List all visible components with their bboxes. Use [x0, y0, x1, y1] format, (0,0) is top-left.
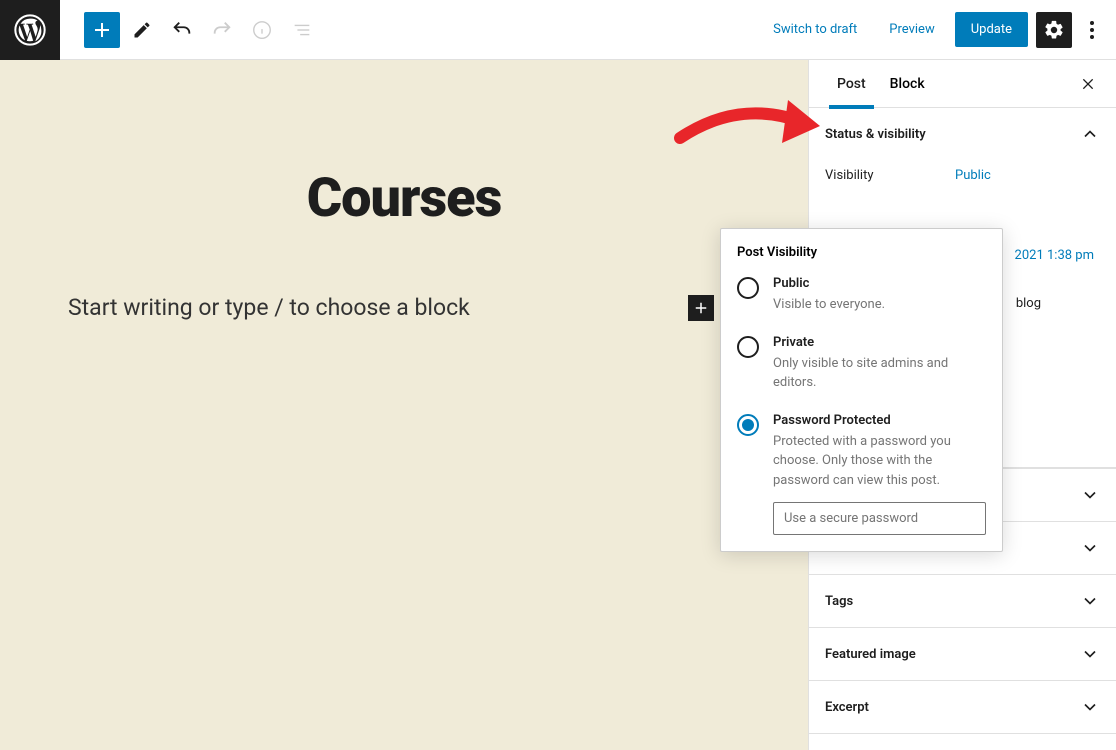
redo-icon — [204, 12, 240, 48]
popover-title: Post Visibility — [737, 245, 986, 260]
panel-header-tags[interactable]: Tags — [809, 575, 1116, 627]
update-button[interactable]: Update — [955, 12, 1028, 47]
chevron-down-icon — [1080, 485, 1100, 505]
block-placeholder-text[interactable]: Start writing or type / to choose a bloc… — [40, 294, 688, 321]
panel-title: Featured image — [825, 647, 916, 662]
radio-desc: Visible to everyone. — [773, 295, 885, 315]
close-sidebar-button[interactable] — [1076, 72, 1100, 96]
radio-label: Password Protected — [773, 413, 986, 428]
block-placeholder-row: Start writing or type / to choose a bloc… — [0, 294, 808, 321]
visibility-row: Visibility Public — [825, 160, 1100, 191]
panel-title: Excerpt — [825, 700, 869, 715]
visibility-popover: Post Visibility Public Visible to everyo… — [720, 228, 1003, 552]
chevron-down-icon — [1080, 591, 1100, 611]
radio-desc: Protected with a password you choose. On… — [773, 432, 986, 491]
tab-block[interactable]: Block — [878, 60, 937, 108]
top-left-controls — [60, 12, 320, 48]
topbar: Switch to draft Preview Update — [0, 0, 1116, 60]
radio-icon — [737, 336, 759, 358]
list-view-icon[interactable] — [284, 12, 320, 48]
chevron-down-icon — [1080, 697, 1100, 717]
placement-peek: blog — [1016, 296, 1041, 311]
page-title[interactable]: Courses — [0, 167, 808, 230]
wordpress-logo[interactable] — [0, 0, 60, 60]
top-right-controls: Switch to draft Preview Update — [761, 12, 1116, 48]
visibility-label: Visibility — [825, 168, 955, 183]
annotation-arrow — [670, 88, 840, 172]
panel-title: Tags — [825, 594, 853, 609]
chevron-down-icon — [1080, 538, 1100, 558]
undo-icon[interactable] — [164, 12, 200, 48]
panel-header-status[interactable]: Status & visibility — [809, 108, 1116, 160]
radio-label: Public — [773, 276, 885, 291]
radio-desc: Only visible to site admins and editors. — [773, 354, 986, 393]
password-input[interactable] — [773, 502, 986, 535]
panel-tags: Tags — [809, 575, 1116, 628]
inline-add-block-button[interactable] — [688, 295, 714, 321]
settings-button[interactable] — [1036, 12, 1072, 48]
panel-excerpt: Excerpt — [809, 681, 1116, 734]
add-block-button[interactable] — [84, 12, 120, 48]
chevron-down-icon — [1080, 644, 1100, 664]
more-options-button[interactable] — [1080, 12, 1104, 48]
edit-icon[interactable] — [124, 12, 160, 48]
publish-date-peek[interactable]: 2021 1:38 pm — [1015, 248, 1094, 263]
visibility-option-private[interactable]: Private Only visible to site admins and … — [737, 335, 986, 393]
visibility-option-public[interactable]: Public Visible to everyone. — [737, 276, 986, 315]
panel-header-excerpt[interactable]: Excerpt — [809, 681, 1116, 733]
sidebar-tabs: Post Block — [809, 60, 1116, 108]
panel-title: Status & visibility — [825, 127, 926, 142]
visibility-value[interactable]: Public — [955, 168, 991, 183]
radio-icon — [737, 277, 759, 299]
visibility-option-password[interactable]: Password Protected Protected with a pass… — [737, 413, 986, 491]
radio-label: Private — [773, 335, 986, 350]
panel-featured-image: Featured image — [809, 628, 1116, 681]
chevron-up-icon — [1080, 124, 1100, 144]
info-icon[interactable] — [244, 12, 280, 48]
preview-button[interactable]: Preview — [877, 16, 946, 43]
radio-icon — [737, 414, 759, 436]
switch-draft-button[interactable]: Switch to draft — [761, 16, 869, 43]
panel-header-featured-image[interactable]: Featured image — [809, 628, 1116, 680]
